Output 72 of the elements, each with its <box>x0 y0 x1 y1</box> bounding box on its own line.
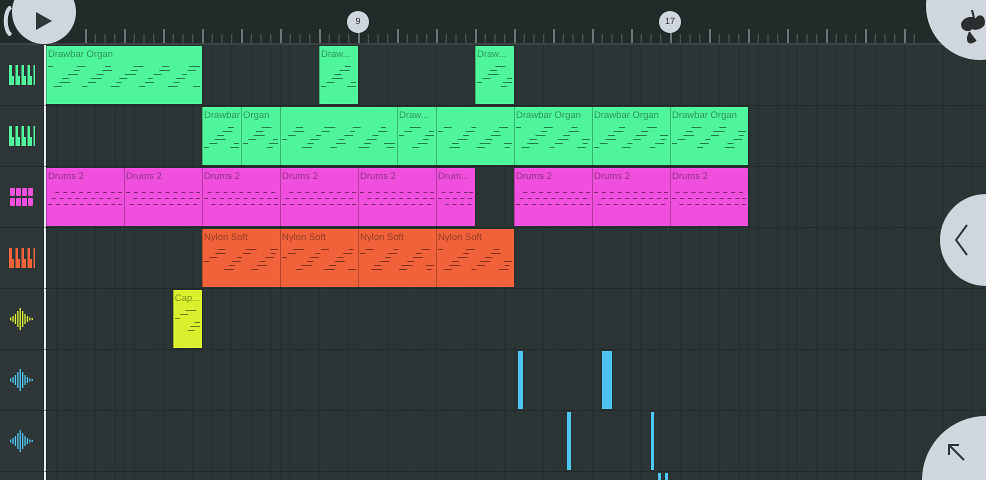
clip-label: Drawbar <box>204 109 240 123</box>
clip-label: Drawbar Organ <box>594 109 659 123</box>
clip-label: Drum... <box>438 170 470 184</box>
audio-clip[interactable] <box>650 412 654 470</box>
bar-marker[interactable]: 9 <box>347 11 369 33</box>
scroll-handle-arc-icon[interactable] <box>2 6 12 36</box>
note-pattern-drawing <box>399 127 434 148</box>
pattern-clip[interactable]: Nylon Soft <box>436 229 514 287</box>
clip-label: Drums 2 <box>672 170 708 184</box>
chevron-left-icon <box>954 224 968 256</box>
pattern-clip[interactable]: Draw... <box>475 46 514 104</box>
clip-label: Draw... <box>477 48 507 62</box>
pattern-clip[interactable]: Nylon Soft <box>202 229 280 287</box>
pattern-clip[interactable]: Drawbar Organ <box>670 107 748 165</box>
clip-label: Nylon Soft <box>204 231 248 245</box>
piano-keys-icon <box>9 65 35 85</box>
clip-label: Drawbar Organ <box>516 109 581 123</box>
pattern-clip[interactable]: Drums 2 <box>592 168 670 226</box>
note-pattern-drawing <box>438 192 473 205</box>
pattern-clip[interactable]: Drums 2 <box>514 168 592 226</box>
pattern-clip[interactable]: Drums 2 <box>280 168 358 226</box>
note-pattern-drawing <box>243 127 278 148</box>
pattern-clip[interactable]: Drum... <box>436 168 475 226</box>
clip-label: Organ <box>243 109 270 123</box>
audio-clip[interactable] <box>602 351 612 409</box>
waveform-icon <box>10 428 34 454</box>
clip-label: Nylon Soft <box>438 231 482 245</box>
pattern-clip[interactable]: Drums 2 <box>202 168 280 226</box>
clip-label: Drawbar Organ <box>672 109 737 123</box>
audio-clip[interactable] <box>566 412 571 470</box>
note-pattern-drawing <box>204 127 239 148</box>
clip-label: Drums 2 <box>48 170 84 184</box>
play-icon <box>36 12 52 30</box>
pattern-clip[interactable] <box>280 107 397 165</box>
note-pattern-drawing <box>321 66 356 87</box>
bar-marker[interactable]: 17 <box>659 11 681 33</box>
clip-label: Nylon Soft <box>282 231 326 245</box>
pattern-clip[interactable]: Drawbar <box>202 107 241 165</box>
clip-label: Drums 2 <box>594 170 630 184</box>
audio-clip[interactable] <box>518 351 523 409</box>
pattern-clip[interactable]: Draw... <box>397 107 436 165</box>
pattern-clip[interactable]: Drawbar Organ <box>46 46 202 104</box>
pattern-clip[interactable]: Draw... <box>319 46 358 104</box>
drum-pads-icon <box>10 187 34 207</box>
clip-label: Drums 2 <box>282 170 318 184</box>
arrow-up-left-icon <box>946 442 966 462</box>
piano-keys-icon <box>9 126 35 146</box>
clip-label: Draw... <box>399 109 429 123</box>
pattern-clip[interactable]: Drawbar Organ <box>592 107 670 165</box>
clip-label: Draw... <box>321 48 351 62</box>
pattern-clip[interactable]: Drums 2 <box>46 168 124 226</box>
pattern-clip[interactable]: Drums 2 <box>124 168 202 226</box>
pattern-clip[interactable]: Drums 2 <box>670 168 748 226</box>
pattern-clip[interactable]: Nylon Soft <box>280 229 358 287</box>
pattern-clip[interactable] <box>436 107 514 165</box>
piano-keys-icon <box>9 248 35 268</box>
clip-label: Drawbar Organ <box>48 48 113 62</box>
clip-label: Drums 2 <box>204 170 240 184</box>
pattern-clip[interactable]: Cap... <box>172 290 202 348</box>
pattern-clip[interactable]: Drums 2 <box>358 168 436 226</box>
note-pattern-drawing <box>174 310 200 331</box>
waveform-icon <box>10 306 34 332</box>
pattern-clip[interactable]: Drawbar Organ <box>514 107 592 165</box>
clip-label: Drums 2 <box>126 170 162 184</box>
clip-label: Cap... <box>174 292 200 306</box>
clip-label: Drums 2 <box>516 170 552 184</box>
clip-label: Nylon Soft <box>360 231 404 245</box>
pattern-clip[interactable]: Organ <box>241 107 280 165</box>
pattern-clip[interactable]: Nylon Soft <box>358 229 436 287</box>
clip-label: Drums 2 <box>360 170 396 184</box>
note-pattern-drawing <box>477 66 512 87</box>
waveform-icon <box>10 367 34 393</box>
